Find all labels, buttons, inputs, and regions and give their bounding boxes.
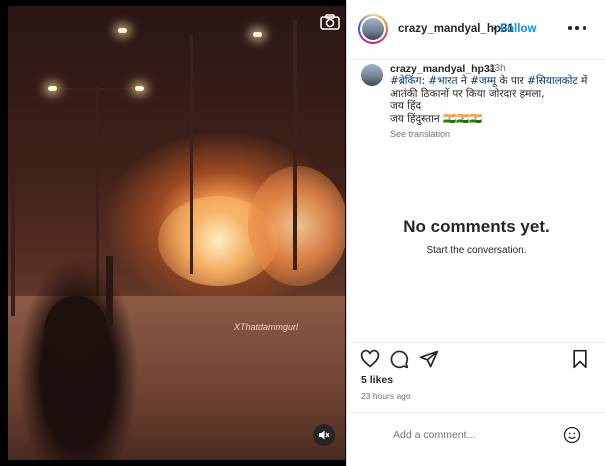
post-actions: 5 likes 23 hours ago <box>348 342 605 412</box>
caption-text: #ब्रेकिंग: #भारत ने #जम्मू के पार #सियाल… <box>390 75 600 125</box>
hashtag-link[interactable]: #जम्मू <box>470 75 496 87</box>
no-comments-subtitle: Start the conversation. <box>426 245 527 256</box>
no-comments-title: No comments yet. <box>403 217 550 236</box>
save-button[interactable] <box>570 349 590 369</box>
caption-fragment: ने <box>457 75 471 87</box>
caption-fragment: के पार <box>496 75 528 87</box>
likes-count[interactable]: 5 likes <box>361 374 393 386</box>
share-button[interactable] <box>419 349 439 369</box>
comment-button[interactable] <box>389 349 409 369</box>
post-modal: XThatdammgurl crazy_mandyal_hp31 • Follo… <box>0 0 605 466</box>
more-options-icon[interactable] <box>568 26 586 32</box>
caption-avatar[interactable] <box>361 64 383 86</box>
send-icon <box>419 350 439 368</box>
caption-time[interactable]: 23h <box>489 63 506 74</box>
hashtag-link[interactable]: #भारत <box>428 75 457 87</box>
caption-line-2: आतंकी ठिकानों पर किया जोरदार हमला, <box>390 87 545 100</box>
follow-button[interactable]: Follow <box>500 23 536 35</box>
hashtag-link[interactable]: #ब्रेकिंग <box>390 75 422 87</box>
caption-username[interactable]: crazy_mandyal_hp31 <box>390 63 496 75</box>
post-timestamp: 23 hours ago <box>361 391 411 401</box>
comment-icon <box>390 350 409 369</box>
comment-input[interactable] <box>393 427 553 443</box>
comment-bar <box>348 412 605 466</box>
avatar[interactable] <box>358 14 388 44</box>
heart-icon <box>360 349 380 368</box>
caption-fragment: में <box>577 75 588 87</box>
emoji-icon[interactable] <box>563 426 581 444</box>
bookmark-icon <box>573 349 587 369</box>
caption-line-3: जय हिंद <box>390 100 422 112</box>
hashtag-link[interactable]: #सियालकोट <box>527 75 578 87</box>
media-divider <box>0 0 347 466</box>
see-translation-link[interactable]: See translation <box>390 129 450 139</box>
caption-line-4: जय हिंदुस्तान 🇮🇳🇮🇳🇮🇳 <box>390 112 483 125</box>
post-header: crazy_mandyal_hp31 • Follow <box>348 0 605 60</box>
header-separator: • <box>493 23 497 35</box>
caption-line-1: #ब्रेकिंग: #भारत ने #जम्मू के पार #सियाल… <box>390 75 600 88</box>
like-button[interactable] <box>360 349 380 369</box>
post-side-panel: crazy_mandyal_hp31 • Follow crazy_mandya… <box>348 0 605 466</box>
